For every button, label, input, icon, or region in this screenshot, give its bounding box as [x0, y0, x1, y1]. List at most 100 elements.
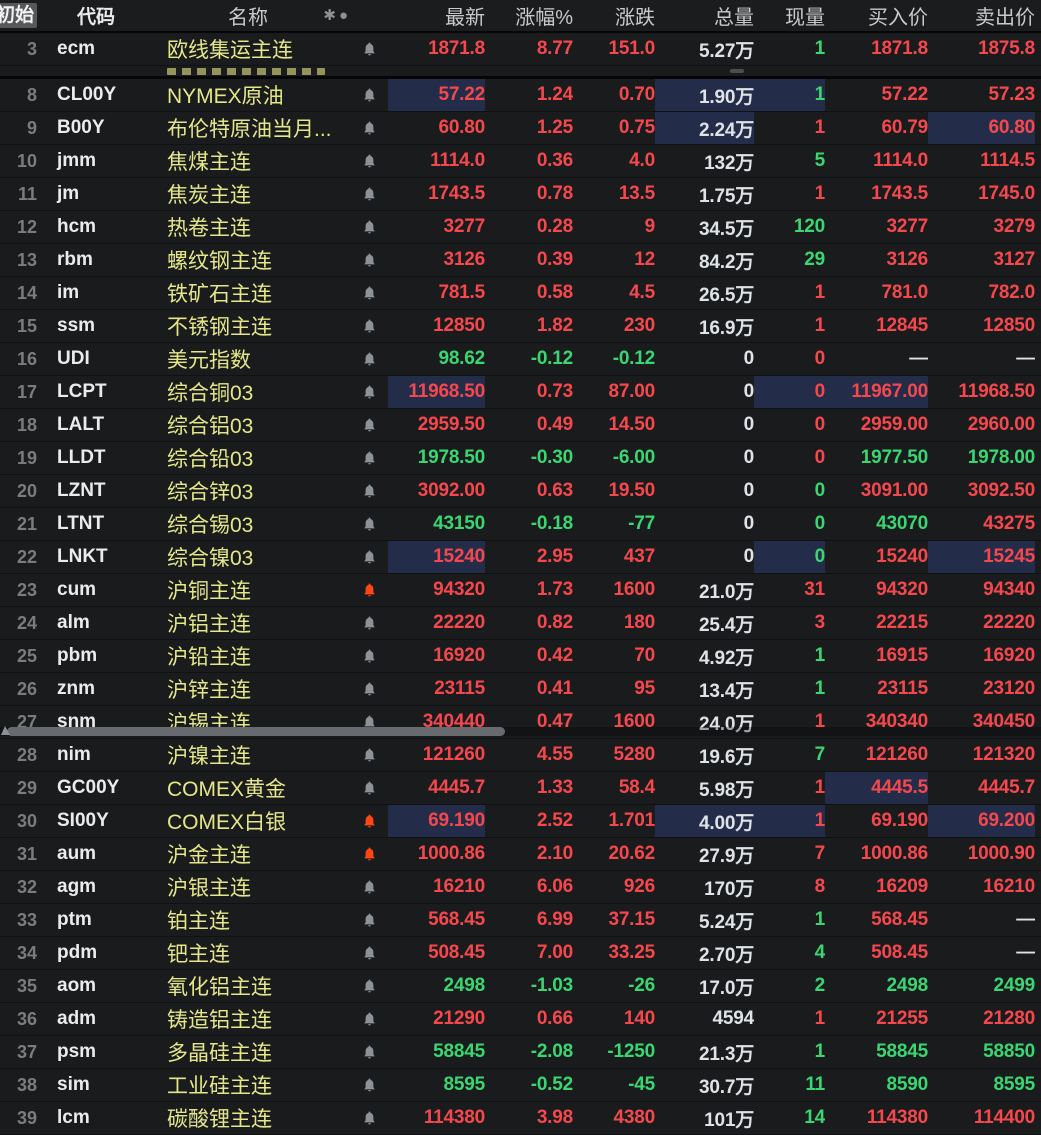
column-header-name[interactable]: 名称 ✱ ●: [150, 0, 350, 31]
bell-icon[interactable]: [350, 904, 388, 936]
bell-icon[interactable]: [350, 475, 388, 507]
scrollbar-thumb[interactable]: [7, 727, 505, 736]
bell-icon[interactable]: [350, 409, 388, 441]
table-row[interactable]: 3ecm欧线集运主连1871.88.77151.05.27万11871.8187…: [0, 33, 1041, 66]
column-header-volume[interactable]: 总量: [655, 0, 754, 31]
table-row[interactable]: 24alm沪铝主连222200.8218025.4万32221522220: [0, 607, 1041, 640]
bell-icon[interactable]: [350, 640, 388, 672]
column-header-current-volume[interactable]: 现量: [754, 0, 825, 31]
vol-value: 13.4万: [655, 673, 754, 705]
instrument-name: COMEX黄金: [150, 772, 350, 804]
cur-value: 0: [754, 541, 825, 573]
table-row[interactable]: 8CL00YNYMEX原油57.221.240.701.90万157.2257.…: [0, 79, 1041, 112]
bell-icon[interactable]: [350, 871, 388, 903]
table-row[interactable]: 20LZNT综合锌033092.000.6319.50003091.003092…: [0, 475, 1041, 508]
latest-value: 114380: [388, 1102, 485, 1134]
table-row[interactable]: 13rbm螺纹钢主连31260.391284.2万2931263127: [0, 244, 1041, 277]
ask-value: 43275: [928, 508, 1035, 540]
cur-value: 120: [754, 211, 825, 243]
table-row[interactable]: 36adm铸造铝主连212900.66140459412125521280: [0, 1003, 1041, 1036]
table-row[interactable]: 39lcm碳酸锂主连1143803.984380101万141143801144…: [0, 1102, 1041, 1135]
bell-icon[interactable]: [350, 970, 388, 1002]
bid-value: 1977.50: [825, 442, 928, 474]
bell-icon[interactable]: [350, 541, 388, 573]
bell-icon[interactable]: [350, 1003, 388, 1035]
table-row[interactable]: 30SI00YCOMEX白银69.1902.521.7014.00万169.19…: [0, 805, 1041, 838]
column-header-initial[interactable]: 初始: [0, 0, 42, 31]
chg-value: -77: [573, 508, 655, 540]
cur-value: 0: [754, 343, 825, 375]
table-row[interactable]: 17LCPT综合铜0311968.500.7387.000011967.0011…: [0, 376, 1041, 409]
cur-value: 29: [754, 244, 825, 276]
table-row[interactable]: 33ptm铂主连568.456.9937.155.24万1568.45—: [0, 904, 1041, 937]
table-row[interactable]: 29GC00YCOMEX黄金4445.71.3358.45.98万14445.5…: [0, 772, 1041, 805]
bell-icon[interactable]: [350, 607, 388, 639]
column-header-change[interactable]: 涨跌: [573, 0, 655, 31]
table-row[interactable]: 21LTNT综合锡0343150-0.18-77004307043275: [0, 508, 1041, 541]
vol-value: 17.0万: [655, 970, 754, 1002]
table-row[interactable]: 38sim工业硅主连8595-0.52-4530.7万1185908595: [0, 1069, 1041, 1102]
bell-icon[interactable]: [350, 79, 388, 111]
bell-icon[interactable]: [350, 739, 388, 771]
pct-value: -1.03: [485, 970, 573, 1002]
splitter-grip-icon[interactable]: [1, 726, 10, 735]
instrument-name: NYMEX原油: [150, 79, 350, 111]
instrument-name: 钯主连: [150, 937, 350, 969]
symbol-code: jm: [42, 178, 150, 210]
bell-icon[interactable]: [350, 772, 388, 804]
column-header-change-percent[interactable]: 涨幅%: [485, 0, 573, 31]
bell-icon[interactable]: [350, 673, 388, 705]
bell-icon[interactable]: [350, 112, 388, 144]
bell-icon[interactable]: [350, 376, 388, 408]
table-row[interactable]: 32agm沪银主连162106.06926170万81620916210: [0, 871, 1041, 904]
alert-bell-icon[interactable]: [350, 805, 388, 837]
bell-icon[interactable]: [350, 310, 388, 342]
table-row[interactable]: 9B00Y布伦特原油当月...60.801.250.752.24万160.796…: [0, 112, 1041, 145]
bell-icon[interactable]: [350, 937, 388, 969]
bell-icon[interactable]: [350, 343, 388, 375]
bell-icon[interactable]: [350, 178, 388, 210]
vol-value: 19.6万: [655, 739, 754, 771]
horizontal-scrollbar[interactable]: [0, 727, 1041, 736]
bell-icon[interactable]: [350, 33, 388, 65]
column-header-ask[interactable]: 卖出价: [928, 0, 1035, 31]
table-row[interactable]: 12hcm热卷主连32770.28934.5万12032773279: [0, 211, 1041, 244]
alert-bell-icon[interactable]: [350, 838, 388, 870]
table-row[interactable]: 22LNKT综合镍03152402.95437001524015245: [0, 541, 1041, 574]
table-row[interactable]: 37psm多晶硅主连58845-2.08-125021.3万1588455885…: [0, 1036, 1041, 1069]
row-index: 17: [0, 376, 42, 408]
table-row[interactable]: 28nim沪镍主连1212604.55528019.6万712126012132…: [0, 739, 1041, 772]
asterisk-icon[interactable]: ✱: [323, 8, 336, 23]
bell-icon[interactable]: [350, 508, 388, 540]
table-row[interactable]: 25pbm沪铅主连169200.42704.92万11691516920: [0, 640, 1041, 673]
table-row[interactable]: 26znm沪锌主连231150.419513.4万12311523120: [0, 673, 1041, 706]
bell-icon[interactable]: [350, 145, 388, 177]
clipped-row-value-sliver: [730, 69, 744, 73]
table-row[interactable]: 15ssm不锈钢主连128501.8223016.9万11284512850: [0, 310, 1041, 343]
column-header-latest[interactable]: 最新: [388, 0, 485, 31]
ask-value: 12850: [928, 310, 1035, 342]
row-index: 31: [0, 838, 42, 870]
bell-icon[interactable]: [350, 277, 388, 309]
table-row[interactable]: 34pdm钯主连508.457.0033.252.70万4508.45—: [0, 937, 1041, 970]
pct-value: 2.95: [485, 541, 573, 573]
table-row[interactable]: 10jmm焦煤主连1114.00.364.0132万51114.01114.5: [0, 145, 1041, 178]
bell-icon[interactable]: [350, 244, 388, 276]
table-row[interactable]: 18LALT综合铝032959.500.4914.50002959.002960…: [0, 409, 1041, 442]
column-header-code[interactable]: 代码: [42, 0, 150, 31]
table-row[interactable]: 35aom氧化铝主连2498-1.03-2617.0万224982499: [0, 970, 1041, 1003]
circle-icon[interactable]: ●: [339, 8, 348, 23]
bell-icon[interactable]: [350, 1102, 388, 1134]
table-row[interactable]: 31aum沪金主连1000.862.1020.6227.9万71000.8610…: [0, 838, 1041, 871]
table-row[interactable]: 23cum沪铜主连943201.73160021.0万319432094340: [0, 574, 1041, 607]
bell-icon[interactable]: [350, 442, 388, 474]
bell-icon[interactable]: [350, 211, 388, 243]
table-row[interactable]: 16UDI美元指数98.62-0.12-0.1200——: [0, 343, 1041, 376]
table-row[interactable]: 11jm焦炭主连1743.50.7813.51.75万11743.51745.0: [0, 178, 1041, 211]
table-row[interactable]: 14im铁矿石主连781.50.584.526.5万1781.0782.0: [0, 277, 1041, 310]
column-header-bid[interactable]: 买入价: [825, 0, 928, 31]
table-row[interactable]: 19LLDT综合铅031978.50-0.30-6.00001977.50197…: [0, 442, 1041, 475]
bell-icon[interactable]: [350, 1036, 388, 1068]
bell-icon[interactable]: [350, 1069, 388, 1101]
alert-bell-icon[interactable]: [350, 574, 388, 606]
